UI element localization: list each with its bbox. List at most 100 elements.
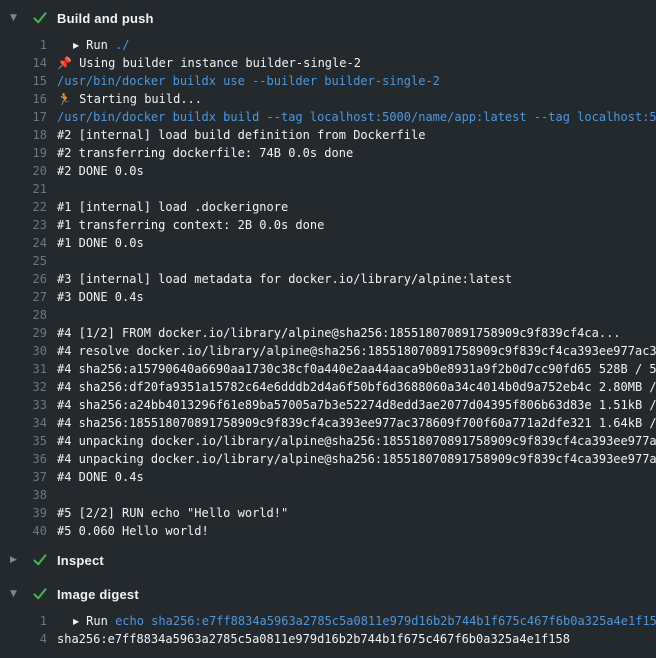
line-content	[57, 306, 656, 324]
log-line: 23 #1 transferring context: 2B 0.0s done	[0, 216, 656, 234]
chevron-down-icon[interactable]: ▼	[10, 4, 32, 32]
line-number[interactable]: 16	[0, 90, 47, 108]
log-line: 17/usr/bin/docker buildx build --tag loc…	[0, 108, 656, 126]
line-number[interactable]: 36	[0, 450, 47, 468]
line-number[interactable]: 34	[0, 414, 47, 432]
log-line: 32 #4 sha256:df20fa9351a15782c64e6dddb2d4…	[0, 378, 656, 396]
log-line: 15/usr/bin/docker buildx use --builder b…	[0, 72, 656, 90]
log-line: 16🏃 Starting build...	[0, 90, 656, 108]
log-text: #2 transferring dockerfile: 74B 0.0s don…	[57, 146, 353, 160]
log-section-image-digest: ▼Image digest1▶Run echo sha256:e7ff8834a…	[0, 580, 656, 648]
log-text: Starting build...	[79, 92, 202, 106]
line-content: #3 [internal] load metadata for docker.i…	[57, 270, 656, 288]
line-number[interactable]: 14	[0, 54, 47, 72]
line-content: ▶Run echo sha256:e7ff8834a5963a2785c5a08…	[57, 612, 656, 630]
line-content: #4 sha256:df20fa9351a15782c64e6dddb2d4a6…	[57, 378, 656, 396]
line-number[interactable]: 22	[0, 198, 47, 216]
log-line: 24 #1 DONE 0.0s	[0, 234, 656, 252]
log-line: 18#2 [internal] load build definition fr…	[0, 126, 656, 144]
line-number[interactable]: 31	[0, 360, 47, 378]
log-text: #4 sha256:185518070891758909c9f839cf4ca3…	[57, 416, 656, 430]
log-text: #5 0.060 Hello world!	[57, 524, 209, 538]
line-content	[57, 486, 656, 504]
line-number[interactable]: 19	[0, 144, 47, 162]
line-number[interactable]: 15	[0, 72, 47, 90]
line-number[interactable]: 1	[0, 36, 47, 54]
line-number[interactable]: 20	[0, 162, 47, 180]
line-content: #4 sha256:a24bb4013296f61e89ba57005a7b3e…	[57, 396, 656, 414]
line-number[interactable]: 21	[0, 180, 47, 198]
log-line: 40 #5 0.060 Hello world!	[0, 522, 656, 540]
expand-arrow-icon[interactable]: ▶	[73, 617, 79, 626]
line-content: #4 sha256:a15790640a6690aa1730c38cf0a440…	[57, 360, 656, 378]
line-content: #4 unpacking docker.io/library/alpine@sh…	[57, 450, 656, 468]
line-number[interactable]: 23	[0, 216, 47, 234]
log-line: 19 #2 transferring dockerfile: 74B 0.0s d…	[0, 144, 656, 162]
line-content	[57, 180, 656, 198]
line-number[interactable]: 32	[0, 378, 47, 396]
line-content: #4 unpacking docker.io/library/alpine@sh…	[57, 432, 656, 450]
line-content: #1 DONE 0.0s	[57, 234, 656, 252]
log-line: 37 #4 DONE 0.4s	[0, 468, 656, 486]
line-number[interactable]: 18	[0, 126, 47, 144]
log-line: 22 #1 [internal] load .dockerignore	[0, 198, 656, 216]
log-line: 39 #5 [2/2] RUN echo "Hello world!"	[0, 504, 656, 522]
chevron-down-icon[interactable]: ▼	[10, 580, 32, 608]
log-line: 38	[0, 486, 656, 504]
expand-arrow-icon[interactable]: ▶	[73, 41, 79, 50]
log-line: 25	[0, 252, 656, 270]
log-line: 35 #4 unpacking docker.io/library/alpine@…	[0, 432, 656, 450]
line-content: #1 transferring context: 2B 0.0s done	[57, 216, 656, 234]
log-text: #4 DONE 0.4s	[57, 470, 144, 484]
log-section-build-and-push: ▼Build and push1▶Run ./14📌 Using builder…	[0, 4, 656, 540]
line-number[interactable]: 17	[0, 108, 47, 126]
line-content: #3 DONE 0.4s	[57, 288, 656, 306]
line-number[interactable]: 37	[0, 468, 47, 486]
section-header-build-and-push[interactable]: ▼ Build and push	[0, 4, 656, 32]
line-number[interactable]: 35	[0, 432, 47, 450]
section-header-image-digest[interactable]: ▼ Image digest	[0, 580, 656, 608]
line-number[interactable]: 38	[0, 486, 47, 504]
log-body: 1▶Run echo sha256:e7ff8834a5963a2785c5a0…	[0, 612, 656, 648]
log-line: 4 sha256:e7ff8834a5963a2785c5a0811e979d16…	[0, 630, 656, 648]
log-line: 29 #4 [1/2] FROM docker.io/library/alpine…	[0, 324, 656, 342]
line-number[interactable]: 1	[0, 612, 47, 630]
line-number[interactable]: 26	[0, 270, 47, 288]
line-number[interactable]: 33	[0, 396, 47, 414]
log-text: #1 [internal] load .dockerignore	[57, 200, 288, 214]
section-title: Build and push	[57, 11, 154, 26]
line-number[interactable]: 27	[0, 288, 47, 306]
section-title: Image digest	[57, 587, 139, 602]
log-text: #4 resolve docker.io/library/alpine@sha2…	[57, 344, 656, 358]
line-content: #2 transferring dockerfile: 74B 0.0s don…	[57, 144, 656, 162]
line-number[interactable]: 4	[0, 630, 47, 648]
section-title: Inspect	[57, 553, 104, 568]
line-content: sha256:e7ff8834a5963a2785c5a0811e979d16b…	[57, 630, 656, 648]
log-line: 31 #4 sha256:a15790640a6690aa1730c38cf0a4…	[0, 360, 656, 378]
line-number[interactable]: 39	[0, 504, 47, 522]
log-section-inspect: ▶ Inspect	[0, 546, 656, 574]
command-text: /usr/bin/docker buildx build --tag local…	[57, 110, 656, 124]
log-text: #3 DONE 0.4s	[57, 290, 144, 304]
check-icon	[32, 552, 48, 568]
section-header-inspect[interactable]: ▶ Inspect	[0, 546, 656, 574]
line-number[interactable]: 24	[0, 234, 47, 252]
line-number[interactable]: 25	[0, 252, 47, 270]
line-number[interactable]: 28	[0, 306, 47, 324]
log-text: #4 sha256:a15790640a6690aa1730c38cf0a440…	[57, 362, 656, 376]
line-number[interactable]: 40	[0, 522, 47, 540]
log-line: 1▶Run echo sha256:e7ff8834a5963a2785c5a0…	[0, 612, 656, 630]
line-content: #4 [1/2] FROM docker.io/library/alpine@s…	[57, 324, 656, 342]
line-content: #5 [2/2] RUN echo "Hello world!"	[57, 504, 656, 522]
log-text: #4 [1/2] FROM docker.io/library/alpine@s…	[57, 326, 621, 340]
log-text: #3 [internal] load metadata for docker.i…	[57, 272, 512, 286]
line-content: /usr/bin/docker buildx use --builder bui…	[57, 72, 656, 90]
line-content: /usr/bin/docker buildx build --tag local…	[57, 108, 656, 126]
run-label: Run	[86, 614, 115, 628]
log-line: 27 #3 DONE 0.4s	[0, 288, 656, 306]
line-number[interactable]: 30	[0, 342, 47, 360]
line-content: #5 0.060 Hello world!	[57, 522, 656, 540]
line-number[interactable]: 29	[0, 324, 47, 342]
log-line: 26 #3 [internal] load metadata for docker…	[0, 270, 656, 288]
chevron-right-icon[interactable]: ▶	[10, 546, 32, 574]
